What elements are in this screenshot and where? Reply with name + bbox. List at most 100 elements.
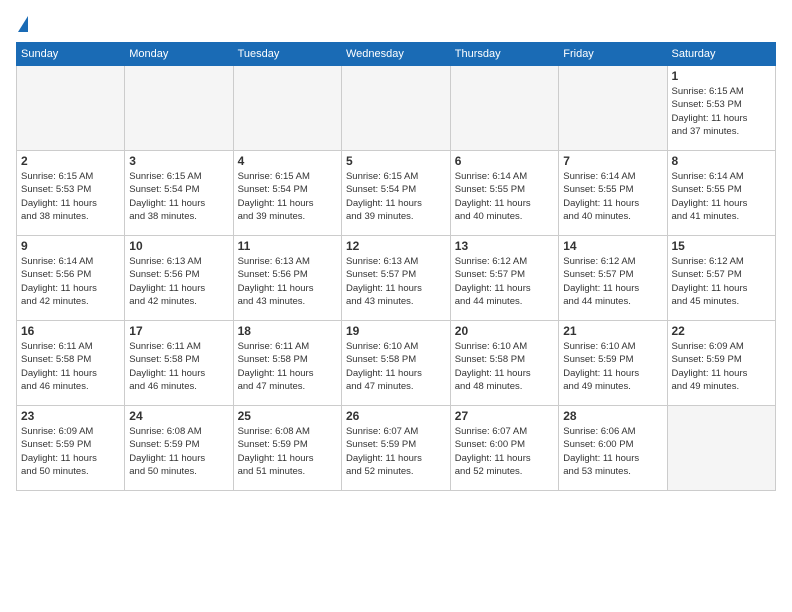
day-info: Sunrise: 6:13 AM Sunset: 5:56 PM Dayligh… [238, 255, 337, 308]
day-info: Sunrise: 6:07 AM Sunset: 5:59 PM Dayligh… [346, 425, 446, 478]
day-info: Sunrise: 6:08 AM Sunset: 5:59 PM Dayligh… [238, 425, 337, 478]
day-info: Sunrise: 6:11 AM Sunset: 5:58 PM Dayligh… [129, 340, 228, 393]
day-info: Sunrise: 6:13 AM Sunset: 5:56 PM Dayligh… [129, 255, 228, 308]
day-info: Sunrise: 6:08 AM Sunset: 5:59 PM Dayligh… [129, 425, 228, 478]
calendar-day-cell: 25 Sunrise: 6:08 AM Sunset: 5:59 PM Dayli… [233, 406, 341, 491]
day-number: 10 [129, 239, 228, 253]
day-info: Sunrise: 6:11 AM Sunset: 5:58 PM Dayligh… [21, 340, 120, 393]
calendar-day-cell: 27 Sunrise: 6:07 AM Sunset: 6:00 PM Dayli… [450, 406, 558, 491]
calendar-day-cell: 8 Sunrise: 6:14 AM Sunset: 5:55 PM Daylig… [667, 151, 776, 236]
day-number: 2 [21, 154, 120, 168]
calendar-day-cell [559, 66, 667, 151]
day-number: 25 [238, 409, 337, 423]
day-of-week-header: Thursday [450, 43, 558, 66]
day-info: Sunrise: 6:07 AM Sunset: 6:00 PM Dayligh… [455, 425, 554, 478]
calendar-day-cell: 9 Sunrise: 6:14 AM Sunset: 5:56 PM Daylig… [17, 236, 125, 321]
day-info: Sunrise: 6:06 AM Sunset: 6:00 PM Dayligh… [563, 425, 662, 478]
day-info: Sunrise: 6:09 AM Sunset: 5:59 PM Dayligh… [672, 340, 772, 393]
calendar-day-cell: 4 Sunrise: 6:15 AM Sunset: 5:54 PM Daylig… [233, 151, 341, 236]
calendar-day-cell: 21 Sunrise: 6:10 AM Sunset: 5:59 PM Dayli… [559, 321, 667, 406]
calendar-day-cell: 17 Sunrise: 6:11 AM Sunset: 5:58 PM Dayli… [125, 321, 233, 406]
day-of-week-header: Sunday [17, 43, 125, 66]
day-number: 24 [129, 409, 228, 423]
day-info: Sunrise: 6:15 AM Sunset: 5:53 PM Dayligh… [21, 170, 120, 223]
calendar-week-row: 16 Sunrise: 6:11 AM Sunset: 5:58 PM Dayli… [17, 321, 776, 406]
day-info: Sunrise: 6:13 AM Sunset: 5:57 PM Dayligh… [346, 255, 446, 308]
day-number: 15 [672, 239, 772, 253]
day-info: Sunrise: 6:10 AM Sunset: 5:58 PM Dayligh… [455, 340, 554, 393]
day-info: Sunrise: 6:12 AM Sunset: 5:57 PM Dayligh… [672, 255, 772, 308]
day-number: 11 [238, 239, 337, 253]
calendar-week-row: 9 Sunrise: 6:14 AM Sunset: 5:56 PM Daylig… [17, 236, 776, 321]
day-info: Sunrise: 6:14 AM Sunset: 5:56 PM Dayligh… [21, 255, 120, 308]
calendar-day-cell: 3Sunrise: 6:15 AM Sunset: 5:54 PM Daylig… [125, 151, 233, 236]
day-number: 23 [21, 409, 120, 423]
day-number: 26 [346, 409, 446, 423]
day-info: Sunrise: 6:15 AM Sunset: 5:54 PM Dayligh… [129, 170, 228, 223]
day-info: Sunrise: 6:15 AM Sunset: 5:54 PM Dayligh… [346, 170, 446, 223]
day-number: 9 [21, 239, 120, 253]
calendar-day-cell: 11 Sunrise: 6:13 AM Sunset: 5:56 PM Dayli… [233, 236, 341, 321]
calendar-day-cell: 23 Sunrise: 6:09 AM Sunset: 5:59 PM Dayli… [17, 406, 125, 491]
calendar-day-cell: 14 Sunrise: 6:12 AM Sunset: 5:57 PM Dayli… [559, 236, 667, 321]
calendar-table: SundayMondayTuesdayWednesdayThursdayFrid… [16, 42, 776, 491]
calendar-day-cell [341, 66, 450, 151]
day-of-week-header: Wednesday [341, 43, 450, 66]
calendar-day-cell: 16 Sunrise: 6:11 AM Sunset: 5:58 PM Dayli… [17, 321, 125, 406]
day-number: 12 [346, 239, 446, 253]
page-header [16, 16, 776, 34]
calendar-day-cell: 2 Sunrise: 6:15 AM Sunset: 5:53 PM Daylig… [17, 151, 125, 236]
day-number: 22 [672, 324, 772, 338]
day-number: 21 [563, 324, 662, 338]
day-info: Sunrise: 6:12 AM Sunset: 5:57 PM Dayligh… [455, 255, 554, 308]
calendar-week-row: 2 Sunrise: 6:15 AM Sunset: 5:53 PM Daylig… [17, 151, 776, 236]
calendar-header-row: SundayMondayTuesdayWednesdayThursdayFrid… [17, 43, 776, 66]
day-of-week-header: Saturday [667, 43, 776, 66]
day-info: Sunrise: 6:14 AM Sunset: 5:55 PM Dayligh… [455, 170, 554, 223]
day-info: Sunrise: 6:15 AM Sunset: 5:54 PM Dayligh… [238, 170, 337, 223]
day-number: 27 [455, 409, 554, 423]
day-info: Sunrise: 6:12 AM Sunset: 5:57 PM Dayligh… [563, 255, 662, 308]
day-number: 1 [672, 69, 772, 83]
day-info: Sunrise: 6:10 AM Sunset: 5:59 PM Dayligh… [563, 340, 662, 393]
day-number: 7 [563, 154, 662, 168]
logo [16, 16, 28, 34]
calendar-day-cell [667, 406, 776, 491]
day-number: 8 [672, 154, 772, 168]
calendar-week-row: 1Sunrise: 6:15 AM Sunset: 5:53 PM Daylig… [17, 66, 776, 151]
day-number: 13 [455, 239, 554, 253]
day-number: 14 [563, 239, 662, 253]
calendar-day-cell: 5 Sunrise: 6:15 AM Sunset: 5:54 PM Daylig… [341, 151, 450, 236]
day-info: Sunrise: 6:11 AM Sunset: 5:58 PM Dayligh… [238, 340, 337, 393]
calendar-day-cell: 13 Sunrise: 6:12 AM Sunset: 5:57 PM Dayli… [450, 236, 558, 321]
day-number: 16 [21, 324, 120, 338]
calendar-day-cell: 1Sunrise: 6:15 AM Sunset: 5:53 PM Daylig… [667, 66, 776, 151]
day-of-week-header: Friday [559, 43, 667, 66]
day-number: 19 [346, 324, 446, 338]
day-of-week-header: Monday [125, 43, 233, 66]
calendar-week-row: 23 Sunrise: 6:09 AM Sunset: 5:59 PM Dayli… [17, 406, 776, 491]
day-number: 28 [563, 409, 662, 423]
day-info: Sunrise: 6:14 AM Sunset: 5:55 PM Dayligh… [672, 170, 772, 223]
calendar-day-cell [450, 66, 558, 151]
day-of-week-header: Tuesday [233, 43, 341, 66]
day-info: Sunrise: 6:14 AM Sunset: 5:55 PM Dayligh… [563, 170, 662, 223]
calendar-day-cell: 24 Sunrise: 6:08 AM Sunset: 5:59 PM Dayli… [125, 406, 233, 491]
day-number: 6 [455, 154, 554, 168]
calendar-day-cell: 28 Sunrise: 6:06 AM Sunset: 6:00 PM Dayli… [559, 406, 667, 491]
calendar-day-cell: 6 Sunrise: 6:14 AM Sunset: 5:55 PM Daylig… [450, 151, 558, 236]
day-info: Sunrise: 6:10 AM Sunset: 5:58 PM Dayligh… [346, 340, 446, 393]
calendar-day-cell: 15 Sunrise: 6:12 AM Sunset: 5:57 PM Dayli… [667, 236, 776, 321]
calendar-day-cell [17, 66, 125, 151]
calendar-day-cell: 10 Sunrise: 6:13 AM Sunset: 5:56 PM Dayli… [125, 236, 233, 321]
calendar-day-cell [233, 66, 341, 151]
calendar-day-cell: 12 Sunrise: 6:13 AM Sunset: 5:57 PM Dayli… [341, 236, 450, 321]
day-number: 17 [129, 324, 228, 338]
day-number: 5 [346, 154, 446, 168]
calendar-day-cell: 20 Sunrise: 6:10 AM Sunset: 5:58 PM Dayli… [450, 321, 558, 406]
calendar-day-cell: 18Sunrise: 6:11 AM Sunset: 5:58 PM Dayli… [233, 321, 341, 406]
day-number: 20 [455, 324, 554, 338]
day-info: Sunrise: 6:09 AM Sunset: 5:59 PM Dayligh… [21, 425, 120, 478]
calendar-day-cell: 22 Sunrise: 6:09 AM Sunset: 5:59 PM Dayli… [667, 321, 776, 406]
day-number: 4 [238, 154, 337, 168]
